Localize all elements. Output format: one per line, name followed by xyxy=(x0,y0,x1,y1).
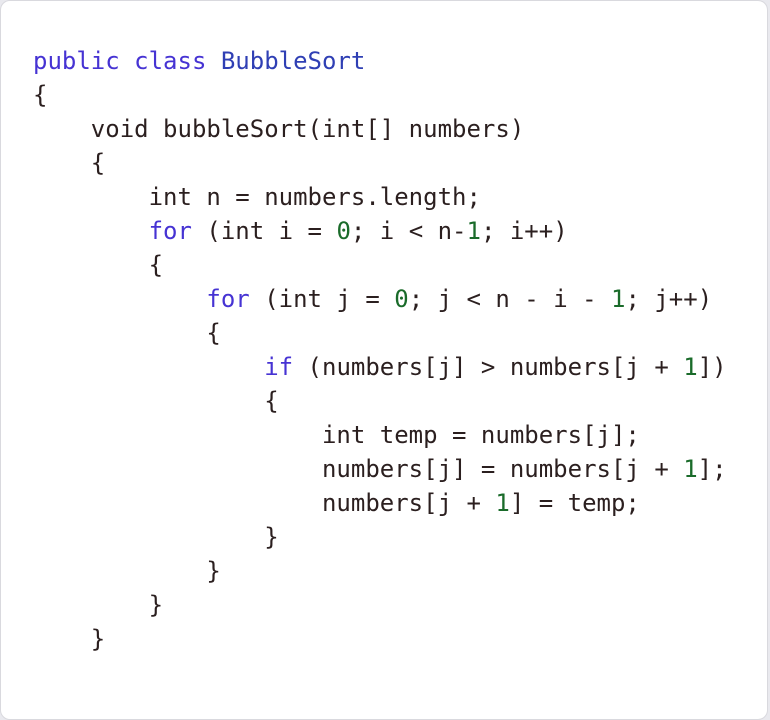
code-number: 0 xyxy=(394,285,409,313)
code-number: 1 xyxy=(683,353,698,381)
code-keyword: public class xyxy=(33,47,221,75)
code-text: ; j++) xyxy=(625,285,713,313)
code-text: int n = numbers.length; xyxy=(33,183,481,211)
code-line: { xyxy=(33,78,727,112)
code-text: { xyxy=(33,149,106,177)
code-number: 0 xyxy=(336,217,351,245)
code-line: if (numbers[j] > numbers[j + 1]) xyxy=(33,350,727,384)
code-text: ; i < n- xyxy=(350,217,467,245)
code-text: { xyxy=(33,251,164,279)
code-keyword: for xyxy=(148,217,192,245)
code-text: (numbers[j] > numbers[j + xyxy=(293,353,684,381)
code-text: ] = temp; xyxy=(509,489,640,517)
code-line: } xyxy=(33,554,727,588)
code-keyword: for xyxy=(206,285,250,313)
code-text: void bubbleSort(int[] numbers) xyxy=(33,115,525,143)
code-line: int temp = numbers[j]; xyxy=(33,418,727,452)
code-line: { xyxy=(33,146,727,180)
code-text: int temp = numbers[j]; xyxy=(33,421,640,449)
code-keyword: if xyxy=(264,353,294,381)
code-block[interactable]: public class BubbleSort { void bubbleSort… xyxy=(33,44,727,656)
code-line: public class BubbleSort xyxy=(33,44,727,78)
code-number: 1 xyxy=(495,489,510,517)
code-text: ]) xyxy=(697,353,727,381)
code-text: { xyxy=(33,387,279,415)
code-text: { xyxy=(33,319,221,347)
code-line: for (int i = 0; i < n-1; i++) xyxy=(33,214,727,248)
code-line: void bubbleSort(int[] numbers) xyxy=(33,112,727,146)
code-line: { xyxy=(33,248,727,282)
code-text: } xyxy=(33,591,164,619)
code-line: for (int j = 0; j < n - i - 1; j++) xyxy=(33,282,727,316)
code-line: } xyxy=(33,588,727,622)
code-text: } xyxy=(33,625,106,653)
code-number: 1 xyxy=(466,217,481,245)
code-line: int n = numbers.length; xyxy=(33,180,727,214)
code-text: ; j < n - i - xyxy=(408,285,611,313)
code-text: } xyxy=(33,523,279,551)
code-number: 1 xyxy=(611,285,626,313)
code-line: numbers[j] = numbers[j + 1]; xyxy=(33,452,727,486)
code-line: } xyxy=(33,520,727,554)
code-text: ; i++) xyxy=(480,217,568,245)
code-class-name: BubbleSort xyxy=(220,47,366,75)
code-number: 1 xyxy=(683,455,698,483)
code-line: { xyxy=(33,316,727,350)
code-text: ]; xyxy=(697,455,727,483)
code-line: } xyxy=(33,622,727,656)
code-snippet-card: public class BubbleSort { void bubbleSort… xyxy=(0,0,768,720)
code-text: { xyxy=(33,81,48,109)
code-text: (int i = xyxy=(191,217,337,245)
code-text: (int j = xyxy=(249,285,395,313)
code-text: numbers[j] = numbers[j + xyxy=(33,455,684,483)
code-text: } xyxy=(33,557,221,585)
code-text: numbers[j + xyxy=(33,489,496,517)
code-line: { xyxy=(33,384,727,418)
code-line: numbers[j + 1] = temp; xyxy=(33,486,727,520)
